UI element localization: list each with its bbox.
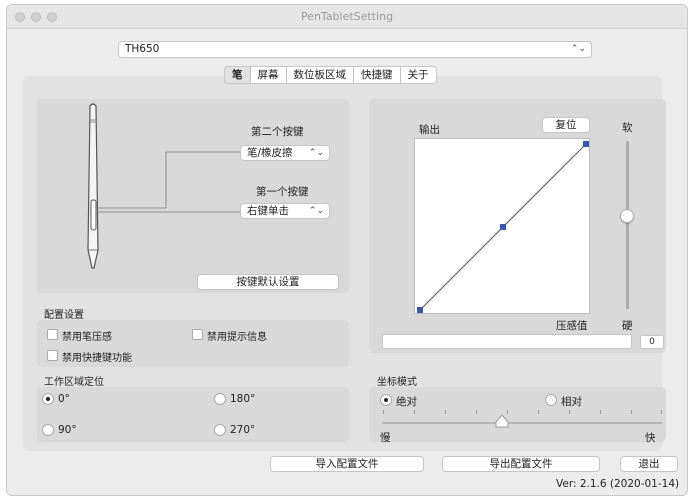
- curve-handle-end[interactable]: [583, 141, 589, 147]
- tab-screen[interactable]: 屏幕: [250, 66, 287, 84]
- disable-shortcuts-checkbox[interactable]: [47, 350, 58, 361]
- output-label: 输出: [419, 124, 440, 136]
- orientation-section-title: 工作区域定位: [44, 377, 104, 388]
- speed-tick: [661, 410, 662, 414]
- speed-slider-track[interactable]: [382, 422, 662, 424]
- reset-button[interactable]: 复位: [542, 117, 590, 133]
- pen-icon: [87, 103, 99, 269]
- import-config-button[interactable]: 导入配置文件: [270, 456, 424, 472]
- device-select[interactable]: TH650 ⌃⌄: [118, 41, 592, 58]
- orientation-270-label: 270°: [230, 424, 256, 436]
- export-config-button[interactable]: 导出配置文件: [442, 456, 600, 472]
- tab-bar: 笔 屏幕 数位板区域 快捷键 关于: [224, 66, 437, 84]
- speed-tick: [538, 410, 539, 414]
- tab-shortcuts[interactable]: 快捷键: [354, 66, 401, 84]
- tab-tablet-area[interactable]: 数位板区域: [286, 66, 354, 84]
- window-title: PenTabletSetting: [300, 10, 394, 23]
- disable-tips-label: 禁用提示信息: [207, 332, 267, 343]
- config-section-title: 配置设置: [44, 310, 84, 321]
- first-button-label: 第一个按键: [256, 186, 309, 198]
- second-button-select[interactable]: 笔/橡皮擦 ⌃⌄: [240, 145, 330, 161]
- speed-tick: [569, 410, 570, 414]
- speed-tick: [383, 410, 384, 414]
- disable-pressure-checkbox[interactable]: [47, 329, 58, 340]
- slow-label: 慢: [380, 432, 391, 444]
- pressure-slider-thumb[interactable]: [620, 209, 634, 223]
- coord-mode-title: 坐标模式: [377, 377, 417, 388]
- curve-handle-mid[interactable]: [500, 224, 506, 230]
- speed-tick: [600, 410, 601, 414]
- orientation-90-radio[interactable]: [42, 424, 54, 436]
- default-button-settings-button[interactable]: 按键默认设置: [197, 274, 339, 290]
- version-label: Ver: 2.1.6 (2020-01-14): [556, 478, 680, 490]
- tab-about[interactable]: 关于: [400, 66, 437, 84]
- chevron-updown-icon: ⌃⌄: [308, 206, 324, 216]
- absolute-mode-radio[interactable]: [380, 394, 392, 406]
- device-select-value: TH650: [125, 43, 160, 55]
- absolute-mode-label: 绝对: [396, 396, 417, 408]
- first-button-select[interactable]: 右键单击 ⌃⌄: [240, 203, 330, 219]
- disable-pressure-label: 禁用笔压感: [62, 332, 112, 343]
- chevron-updown-icon: ⌃⌄: [570, 44, 586, 54]
- speed-slider-thumb[interactable]: [495, 414, 509, 428]
- second-button-label: 第二个按键: [251, 126, 304, 138]
- fast-label: 快: [645, 432, 656, 444]
- disable-shortcuts-label: 禁用快捷键功能: [62, 353, 132, 364]
- pressure-value-field: 0: [640, 335, 664, 349]
- pressure-value-label: 压感值: [556, 320, 588, 332]
- speed-tick: [476, 410, 477, 414]
- orientation-180-radio[interactable]: [214, 393, 226, 405]
- orientation-0-label: 0°: [58, 393, 70, 405]
- orientation-90-label: 90°: [58, 424, 77, 436]
- exit-button[interactable]: 退出: [620, 456, 678, 472]
- speed-tick: [445, 410, 446, 414]
- curve-handle-start[interactable]: [417, 307, 423, 313]
- orientation-0-radio[interactable]: [42, 393, 54, 405]
- relative-mode-radio[interactable]: [545, 394, 557, 406]
- title-bar: PenTabletSetting: [7, 5, 687, 29]
- second-button-value: 笔/橡皮擦: [247, 147, 293, 159]
- relative-mode-label: 相对: [561, 396, 582, 408]
- soft-label: 软: [622, 122, 633, 134]
- pressure-curve-graph[interactable]: [414, 138, 590, 314]
- pressure-slider-track[interactable]: [626, 141, 629, 309]
- speed-tick: [414, 410, 415, 414]
- orientation-270-radio[interactable]: [214, 424, 226, 436]
- disable-tips-checkbox[interactable]: [192, 329, 203, 340]
- hard-label: 硬: [622, 320, 633, 332]
- speed-tick: [631, 410, 632, 414]
- chevron-updown-icon: ⌃⌄: [308, 148, 324, 158]
- orientation-180-label: 180°: [230, 393, 256, 405]
- orientation-panel: [37, 387, 349, 442]
- pressure-level-bar: [382, 334, 632, 349]
- tab-pen[interactable]: 笔: [224, 66, 251, 84]
- first-button-value: 右键单击: [247, 205, 289, 217]
